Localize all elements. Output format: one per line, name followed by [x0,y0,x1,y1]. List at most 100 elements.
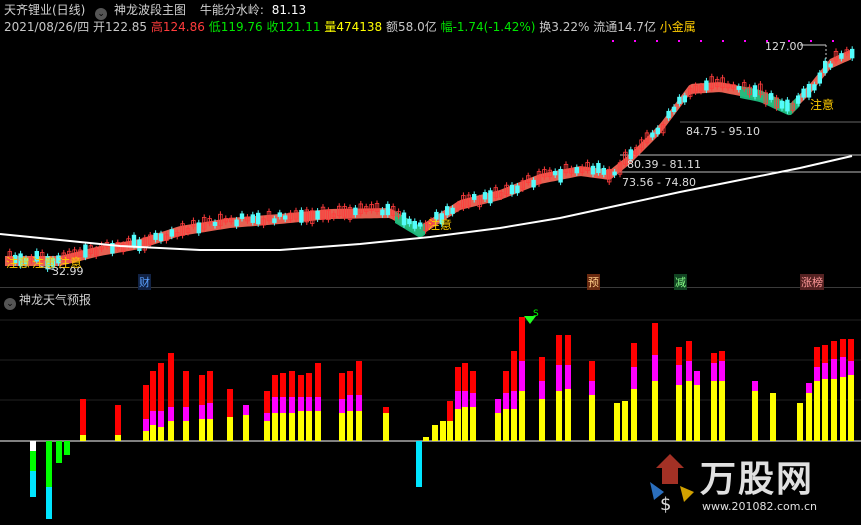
bar-yellow [150,425,156,441]
bar-magenta [719,361,725,381]
bar-yellow [168,421,174,441]
bar-magenta [694,371,700,385]
bar-red [447,401,453,421]
bar-magenta [356,395,362,411]
bar-yellow [207,419,213,441]
bar-red [115,405,121,435]
bar-magenta [264,413,270,421]
bar-magenta [539,381,545,399]
bar-red [272,375,278,397]
bar-red [711,353,717,363]
bar-negative [46,441,52,487]
bar-magenta [347,395,353,411]
bar-yellow [686,381,692,441]
bar-red [848,339,854,361]
bar-yellow [289,413,295,441]
bar-red [150,371,156,411]
bar-red [207,371,213,403]
bar-yellow [539,399,545,441]
bar-yellow [447,421,453,441]
bar-yellow [347,411,353,441]
bar-yellow [589,395,595,441]
bar-magenta [470,393,476,407]
bar-yellow [115,435,121,441]
bar-yellow [272,413,278,441]
watermark: $ 万股网 www.201082.com.cn [640,444,855,520]
bar-yellow [356,411,362,441]
bar-magenta [511,391,517,409]
bar-red [822,345,828,363]
bar-red [686,341,692,361]
bar-negative [64,441,70,455]
bar-yellow [831,379,837,441]
bar-negative [30,451,36,471]
bar-red [831,341,837,359]
bar-magenta [503,393,509,409]
watermark-logo-icon: $ [650,454,694,514]
bar-magenta [315,397,321,411]
bar-red [511,351,517,391]
bar-yellow [298,411,304,441]
bar-red [298,375,304,397]
bar-yellow [631,389,637,441]
bar-yellow [503,409,509,441]
bar-magenta [556,365,562,391]
bar-yellow [814,381,820,441]
bar-magenta [676,365,682,385]
bar-yellow [80,435,86,441]
bar-red [719,351,725,361]
bar-negative [30,471,36,497]
bar-yellow [519,391,525,441]
bar-red [356,361,362,395]
bar-red [455,367,461,391]
bar-yellow [511,409,517,441]
bar-magenta [243,405,249,415]
bar-magenta [462,391,468,407]
bar-red [80,399,86,435]
bar-yellow [694,385,700,441]
bar-red [347,371,353,395]
bar-yellow [280,413,286,441]
bar-yellow [822,379,828,441]
bar-red [589,361,595,381]
bar-magenta [814,367,820,381]
bar-red [383,407,389,413]
bar-yellow [840,377,846,441]
bar-yellow [848,375,854,441]
bar-yellow [440,421,446,441]
bar-yellow [797,403,803,441]
bar-magenta [840,357,846,377]
watermark-url: www.201082.com.cn [702,500,817,513]
bar-red [315,363,321,397]
bar-magenta [822,363,828,379]
bar-magenta [280,397,286,413]
bar-yellow [432,425,438,441]
bar-yellow [770,393,776,441]
bar-magenta [150,411,156,425]
bar-yellow [806,393,812,441]
bar-red [519,317,525,361]
bar-negative [56,441,62,463]
bar-yellow [158,427,164,441]
bar-yellow [719,381,725,441]
bar-magenta [495,399,501,413]
bar-red [339,373,345,399]
bar-yellow [565,389,571,441]
bar-yellow [614,403,620,441]
bar-yellow [183,421,189,441]
bar-magenta [711,363,717,381]
bar-yellow [264,421,270,441]
bar-yellow [199,419,205,441]
bar-magenta [199,405,205,419]
bar-magenta [848,361,854,375]
bar-magenta [686,361,692,381]
bar-yellow [462,407,468,441]
bar-magenta [519,361,525,391]
bar-red [814,347,820,367]
bar-red [158,363,164,411]
bar-negative [416,441,422,487]
bar-magenta [652,355,658,381]
bar-magenta [806,383,812,393]
bar-magenta [168,407,174,421]
bar-red [280,373,286,397]
